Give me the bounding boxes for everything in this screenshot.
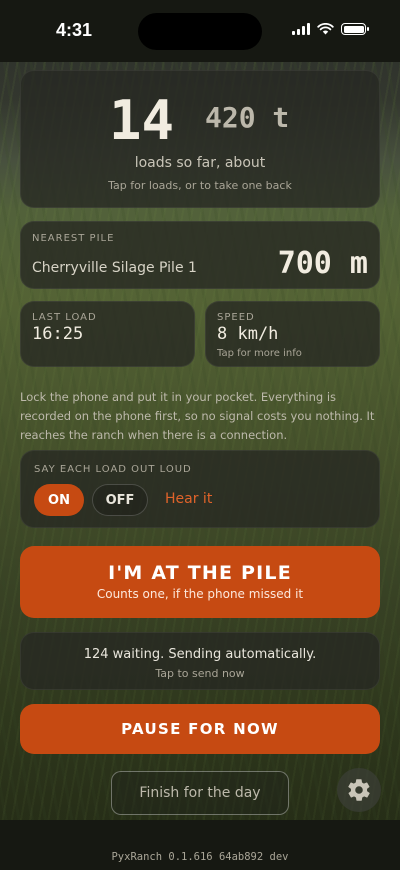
- sync-hint: Tap to send now: [155, 667, 245, 680]
- speak-caption: SAY EACH LOAD OUT LOUD: [34, 464, 192, 475]
- app-version: PyxRanch 0.1.616 64ab892 dev: [111, 851, 289, 863]
- speed-caption: SPEED: [217, 312, 255, 323]
- pause-button[interactable]: PAUSE FOR NOW: [20, 704, 380, 754]
- loads-hint: Tap for loads, or to take one back: [108, 179, 292, 192]
- loads-card[interactable]: 14 420 t loads so far, about Tap for loa…: [20, 70, 380, 208]
- nearest-pile-name: Cherryville Silage Pile 1: [32, 260, 197, 276]
- speak-off-button[interactable]: OFF: [92, 484, 148, 516]
- loads-subtitle: loads so far, about: [134, 155, 266, 171]
- loads-count: 14: [109, 89, 175, 152]
- settings-button[interactable]: [337, 768, 381, 812]
- battery-icon: [341, 23, 369, 35]
- at-pile-subtitle: Counts one, if the phone missed it: [96, 587, 304, 601]
- wifi-icon: [317, 23, 334, 35]
- pause-label: PAUSE FOR NOW: [121, 720, 279, 738]
- loads-tons: 420 t: [205, 101, 290, 134]
- at-pile-button[interactable]: I'M AT THE PILE Counts one, if the phone…: [20, 546, 380, 618]
- speak-on-button[interactable]: ON: [34, 484, 84, 516]
- last-load-card: LAST LOAD 16:25: [20, 301, 195, 367]
- sync-status: 124 waiting. Sending automatically.: [83, 647, 317, 662]
- hear-it-link[interactable]: Hear it: [165, 491, 212, 507]
- nearest-pile-card[interactable]: NEAREST PILE Cherryville Silage Pile 1 7…: [20, 221, 380, 289]
- gear-icon: [348, 779, 370, 801]
- pocket-note: Lock the phone and put it in your pocket…: [20, 390, 375, 442]
- nearest-pile-caption: NEAREST PILE: [32, 233, 115, 244]
- status-time: 4:31: [56, 20, 93, 40]
- last-load-value: 16:25: [32, 324, 84, 344]
- signal-icon: [292, 23, 310, 35]
- speak-loads-card: SAY EACH LOAD OUT LOUD ON OFF Hear it: [20, 450, 380, 528]
- speed-value: 8 km/h: [217, 324, 279, 344]
- speed-card[interactable]: SPEED 8 km/h Tap for more info: [205, 301, 380, 367]
- footer: PyxRanch 0.1.616 64ab892 dev: [0, 820, 400, 870]
- dynamic-island: [138, 13, 262, 50]
- status-bar: 4:31: [0, 0, 400, 62]
- sync-status-card[interactable]: 124 waiting. Sending automatically. Tap …: [20, 632, 380, 690]
- nearest-pile-distance: 700 m: [277, 246, 368, 281]
- finish-day-button[interactable]: Finish for the day: [111, 771, 289, 815]
- status-icons: [292, 23, 369, 35]
- at-pile-title: I'M AT THE PILE: [108, 562, 292, 584]
- last-load-caption: LAST LOAD: [32, 312, 97, 323]
- speed-hint: Tap for more info: [217, 348, 302, 359]
